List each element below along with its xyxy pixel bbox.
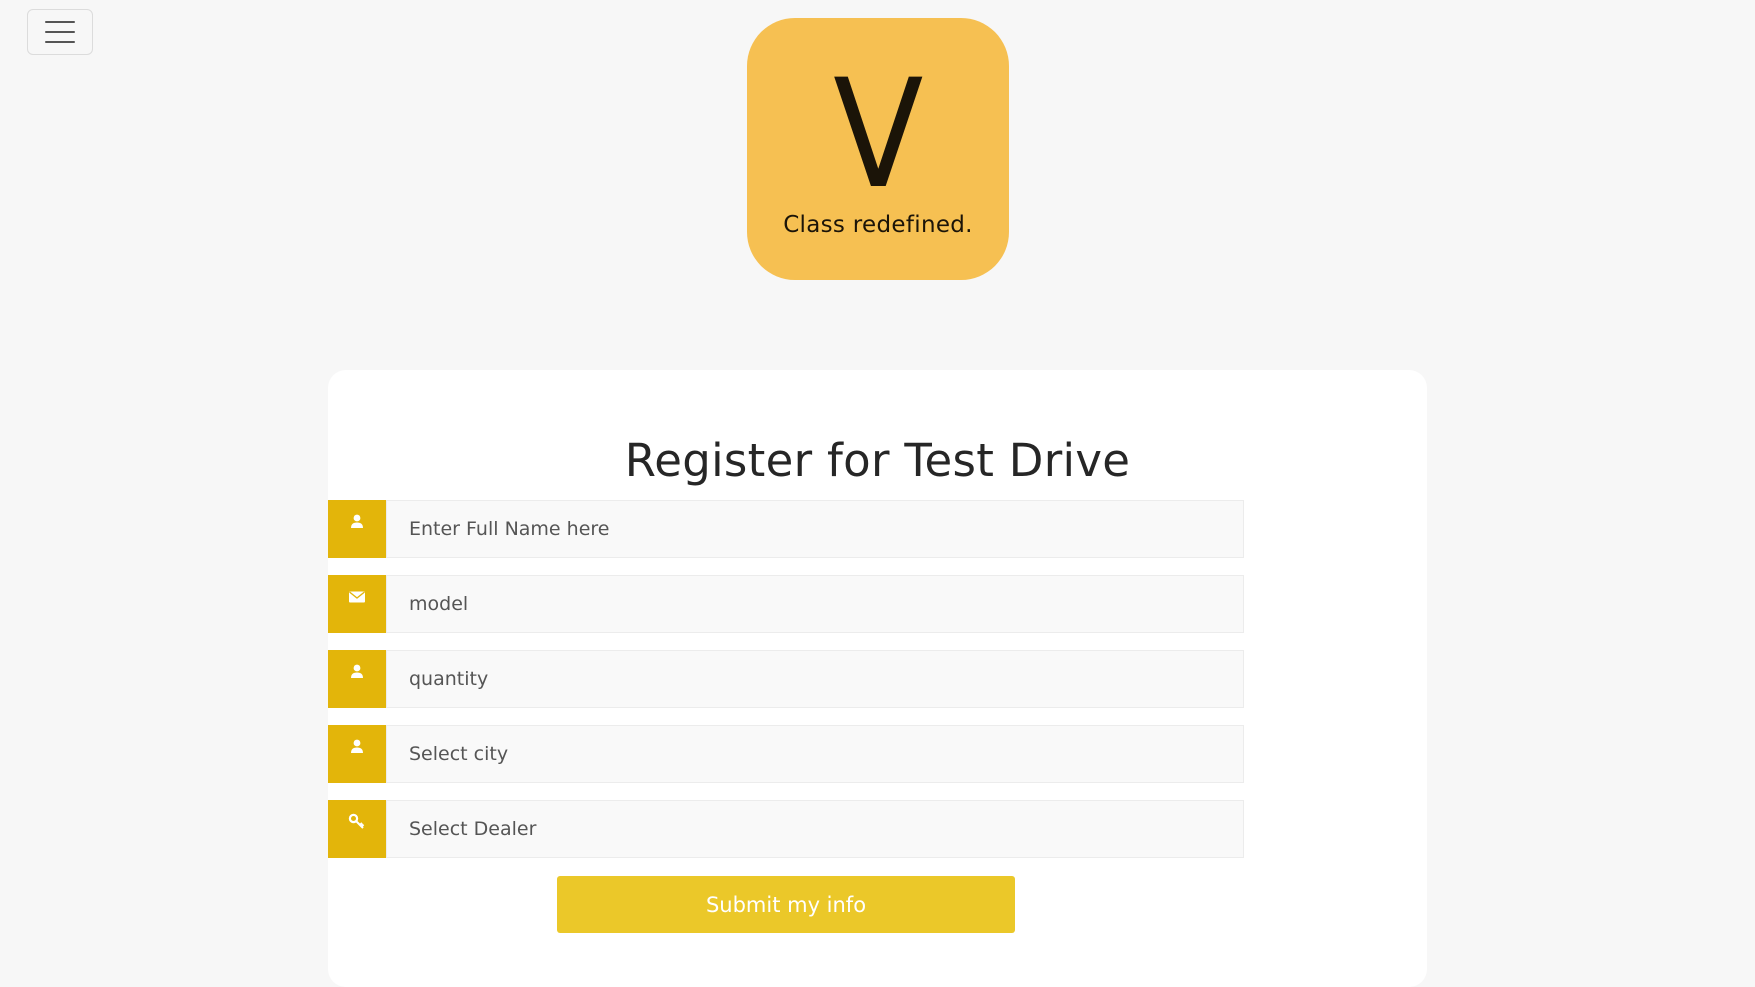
hamburger-icon [45, 41, 75, 43]
hamburger-icon [45, 31, 75, 33]
logo-letter: V [832, 48, 924, 222]
quantity-row [328, 650, 1244, 708]
registration-card: Register for Test Drive Submit my info [328, 370, 1427, 987]
user-icon [328, 650, 386, 708]
brand-logo: V Class redefined. [747, 18, 1009, 280]
model-input[interactable] [386, 575, 1244, 633]
quantity-input[interactable] [386, 650, 1244, 708]
form-title: Register for Test Drive [624, 434, 1131, 487]
key-icon [328, 800, 386, 858]
dealer-row [328, 800, 1244, 858]
city-row [328, 725, 1244, 783]
envelope-icon [328, 575, 386, 633]
city-select[interactable] [386, 725, 1244, 783]
model-row [328, 575, 1244, 633]
full-name-row [328, 500, 1244, 558]
full-name-input[interactable] [386, 500, 1244, 558]
user-icon [328, 725, 386, 783]
menu-toggle-button[interactable] [27, 9, 93, 55]
hamburger-icon [45, 21, 75, 23]
dealer-select[interactable] [386, 800, 1244, 858]
submit-button[interactable]: Submit my info [557, 876, 1015, 933]
user-icon [328, 500, 386, 558]
